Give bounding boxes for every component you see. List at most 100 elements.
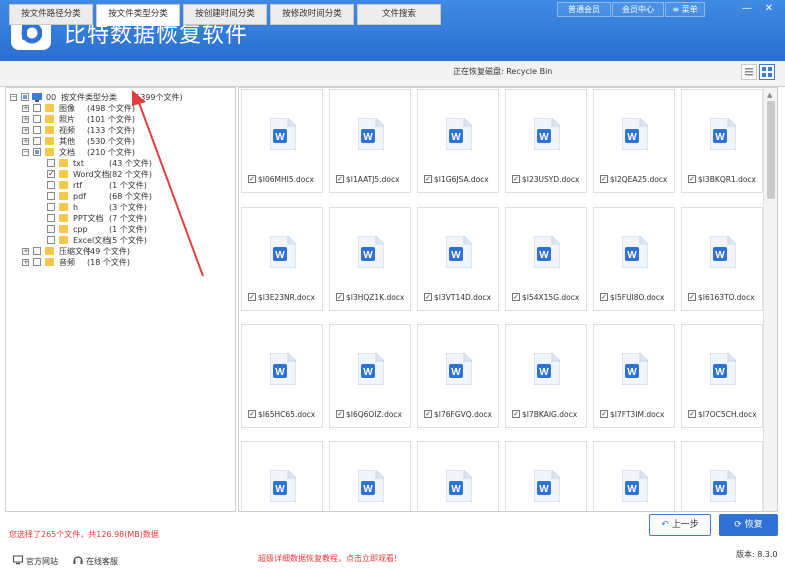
tab-by-path[interactable]: 按文件路径分类 — [9, 4, 93, 25]
file-card[interactable]: W ✓ $I3E23NR.docx — [241, 207, 323, 311]
checkbox[interactable] — [47, 214, 55, 222]
checkbox[interactable] — [47, 181, 55, 189]
tab-by-type[interactable]: 按文件类型分类 — [96, 4, 180, 26]
menu-button[interactable]: ≡ 菜单 — [665, 2, 705, 17]
file-checkbox[interactable]: ✓ — [688, 175, 696, 183]
official-site-link[interactable]: 官方网站 — [26, 556, 58, 567]
file-checkbox[interactable]: ✓ — [688, 293, 696, 301]
checkbox[interactable] — [21, 93, 29, 101]
file-card[interactable]: W ✓ $I2QEA25.docx — [593, 89, 675, 193]
checkbox[interactable] — [33, 148, 41, 156]
minimize-button[interactable]: — — [738, 2, 756, 17]
list-view-button[interactable] — [741, 64, 757, 80]
tree-item[interactable]: rtf (1 个文件) — [6, 180, 231, 191]
checkbox[interactable] — [47, 225, 55, 233]
collapse-icon[interactable]: − — [22, 149, 29, 156]
file-card[interactable]: W ✓ $I3VT14D.docx — [417, 207, 499, 311]
expand-icon[interactable]: + — [22, 127, 29, 134]
file-checkbox[interactable]: ✓ — [424, 410, 432, 418]
tree-item[interactable]: cpp (1 个文件) — [6, 224, 231, 235]
checkbox[interactable] — [33, 247, 41, 255]
tree-item[interactable]: + 压缩文件 (49 个文件) — [6, 246, 231, 257]
tree-root[interactable]: − 00 按文件类型分类 (1399个文件) — [10, 92, 230, 103]
checkbox[interactable] — [33, 115, 41, 123]
checkbox[interactable] — [33, 126, 41, 134]
previous-step-button[interactable]: ↶ 上一步 — [649, 514, 711, 536]
collapse-icon[interactable]: − — [10, 94, 17, 101]
file-checkbox[interactable]: ✓ — [424, 293, 432, 301]
file-checkbox[interactable]: ✓ — [688, 410, 696, 418]
file-card[interactable]: W ✓ $I7FT3IM.docx — [593, 324, 675, 428]
file-checkbox[interactable]: ✓ — [336, 410, 344, 418]
file-card[interactable]: W — [505, 441, 587, 511]
file-card[interactable]: W — [681, 441, 763, 511]
file-checkbox[interactable]: ✓ — [336, 175, 344, 183]
expand-icon[interactable]: + — [22, 138, 29, 145]
tutorial-promo-link[interactable]: 超级详细数据恢复教程，点击立即观看! — [258, 553, 397, 564]
file-card[interactable]: W ✓ $I3HQZ1K.docx — [329, 207, 411, 311]
checkbox[interactable] — [47, 236, 55, 244]
file-checkbox[interactable]: ✓ — [600, 175, 608, 183]
checkbox[interactable] — [47, 192, 55, 200]
tree-item[interactable]: − 文档 (210 个文件) — [6, 147, 231, 158]
expand-icon[interactable]: + — [22, 105, 29, 112]
vertical-scrollbar[interactable]: ▲ — [763, 88, 777, 511]
checkbox[interactable] — [33, 137, 41, 145]
file-card[interactable]: W ✓ $I1AATJ5.docx — [329, 89, 411, 193]
file-card[interactable]: W ✓ $I6163TO.docx — [681, 207, 763, 311]
file-checkbox[interactable]: ✓ — [248, 410, 256, 418]
close-button[interactable]: ✕ — [760, 2, 778, 17]
file-card[interactable]: W — [417, 441, 499, 511]
file-card[interactable]: W ✓ $I3BKQR1.docx — [681, 89, 763, 193]
tree-item[interactable]: + 其他 (530 个文件) — [6, 136, 231, 147]
recover-button[interactable]: ⟳ 恢复 — [719, 514, 778, 536]
tab-file-search[interactable]: 文件搜索 — [357, 4, 441, 25]
file-checkbox[interactable]: ✓ — [248, 293, 256, 301]
file-card[interactable]: W ✓ $I23USYD.docx — [505, 89, 587, 193]
checkbox[interactable]: ✓ — [47, 169, 55, 178]
checkbox[interactable] — [47, 159, 55, 167]
tree-item[interactable]: ✓ Word文档 (82 个文件) — [6, 169, 231, 180]
grid-view-button[interactable] — [759, 64, 775, 80]
tree-item[interactable]: pdf (68 个文件) — [6, 191, 231, 202]
file-checkbox[interactable]: ✓ — [600, 293, 608, 301]
file-checkbox[interactable]: ✓ — [336, 293, 344, 301]
file-card[interactable]: W — [329, 441, 411, 511]
file-card[interactable]: W ✓ $I76FGVQ.docx — [417, 324, 499, 428]
expand-icon[interactable]: + — [22, 259, 29, 266]
tree-item[interactable]: txt (43 个文件) — [6, 158, 231, 169]
file-card[interactable]: W ✓ $I1G6JSA.docx — [417, 89, 499, 193]
file-card[interactable]: W ✓ $I65HC65.docx — [241, 324, 323, 428]
scroll-up-icon[interactable]: ▲ — [767, 91, 772, 99]
member-button[interactable]: 普通会员 — [557, 2, 611, 17]
expand-icon[interactable]: + — [22, 248, 29, 255]
file-checkbox[interactable]: ✓ — [512, 293, 520, 301]
file-checkbox[interactable]: ✓ — [512, 175, 520, 183]
member-center-button[interactable]: 会员中心 — [612, 2, 664, 17]
file-checkbox[interactable]: ✓ — [600, 410, 608, 418]
tree-item[interactable]: + 照片 (101 个文件) — [6, 114, 231, 125]
checkbox[interactable] — [33, 258, 41, 266]
checkbox[interactable] — [47, 203, 55, 211]
file-card[interactable]: W ✓ $I6Q6OIZ.docx — [329, 324, 411, 428]
file-checkbox[interactable]: ✓ — [248, 175, 256, 183]
tree-item[interactable]: PPT文档 (7 个文件) — [6, 213, 231, 224]
file-card[interactable]: W ✓ $I54X15G.docx — [505, 207, 587, 311]
file-checkbox[interactable]: ✓ — [424, 175, 432, 183]
file-card[interactable]: W ✓ $I7BKAIG.docx — [505, 324, 587, 428]
file-checkbox[interactable]: ✓ — [512, 410, 520, 418]
tab-by-created[interactable]: 按创建时间分类 — [183, 4, 267, 25]
checkbox[interactable] — [33, 104, 41, 112]
expand-icon[interactable]: + — [22, 116, 29, 123]
tree-item[interactable]: h (3 个文件) — [6, 202, 231, 213]
file-card[interactable]: W — [241, 441, 323, 511]
file-card[interactable]: W ✓ $I7OC5CH.docx — [681, 324, 763, 428]
tree-item[interactable]: + 图像 (498 个文件) — [6, 103, 231, 114]
file-card[interactable]: W ✓ $I06MHI5.docx — [241, 89, 323, 193]
tree-item[interactable]: + 视频 (133 个文件) — [6, 125, 231, 136]
tab-by-modified[interactable]: 按修改时间分类 — [270, 4, 354, 25]
file-card[interactable]: W — [593, 441, 675, 511]
tree-item[interactable]: Excel文档 (5 个文件) — [6, 235, 231, 246]
scrollbar-thumb[interactable] — [767, 101, 775, 199]
file-card[interactable]: W ✓ $I5FUI8O.docx — [593, 207, 675, 311]
